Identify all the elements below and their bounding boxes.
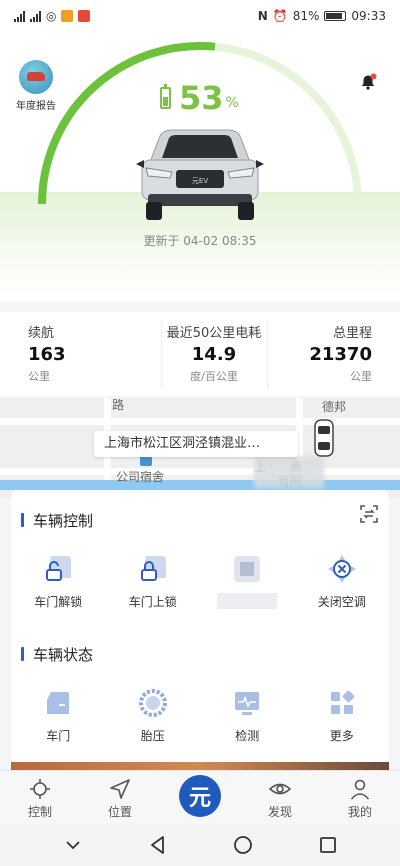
stat-unit: 公里 — [28, 370, 50, 383]
tab-profile[interactable]: 我的 — [320, 771, 400, 824]
app-notification-icon — [61, 10, 74, 22]
diagnostics-icon — [235, 692, 260, 715]
stat-unit: 公里 — [349, 370, 372, 383]
bottom-tab-bar: 控制 位置 元 发现 我的 — [0, 770, 400, 824]
stat-unit: 度/百公里 — [190, 370, 238, 383]
stat-title: 最近50公里电耗 — [166, 326, 262, 341]
nfc-icon: N — [257, 9, 268, 23]
map-road — [0, 468, 400, 475]
more-icon — [330, 690, 355, 714]
stat-range[interactable]: 续航 163 公里 — [0, 312, 161, 396]
notification-bell-icon[interactable] — [358, 72, 378, 92]
tab-label: 我的 — [347, 805, 372, 819]
ac-off-icon — [327, 555, 356, 583]
map-label: 德邦 — [322, 400, 347, 414]
annual-report-icon — [19, 60, 53, 94]
stat-value: 14.9 — [191, 344, 237, 365]
control-label: 车门解锁 — [34, 595, 83, 609]
vehicle-image: 元EV — [136, 129, 264, 220]
status-label: 胎压 — [140, 729, 165, 743]
control-label: 关闭空调 — [317, 595, 366, 609]
status-right: N ⏰ 81% 09:33 — [258, 9, 386, 23]
recents-icon[interactable] — [317, 834, 339, 856]
app-notification-icon-2 — [78, 10, 91, 22]
profile-icon — [350, 779, 370, 800]
door-lock-button[interactable]: 车门上锁 — [106, 552, 201, 609]
status-label: 更多 — [329, 729, 354, 743]
control-label: 车门上锁 — [128, 595, 177, 609]
control-icon — [30, 779, 50, 799]
clock: 09:33 — [351, 9, 386, 23]
stat-value: 21370 — [309, 344, 372, 365]
map-label: 公司宿舍 — [116, 470, 165, 484]
signal-icon-2 — [30, 10, 41, 22]
tab-label: 控制 — [27, 805, 52, 819]
car-badge: 元EV — [192, 177, 208, 185]
stats-row: 续航 163 公里 最近50公里电耗 14.9 度/百公里 总里程 21370 … — [0, 312, 400, 396]
tab-label: 发现 — [267, 805, 292, 819]
annual-report-label: 年度报告 — [16, 101, 56, 112]
vehicle-control-title: 车辆控制 — [21, 510, 93, 531]
stat-title: 总里程 — [332, 326, 372, 341]
tab-home[interactable]: 元 — [160, 771, 240, 824]
door-unlock-button[interactable]: 车门解锁 — [11, 552, 106, 609]
tire-icon — [138, 689, 167, 717]
back-icon[interactable] — [147, 834, 169, 856]
map-car-marker-icon — [314, 419, 334, 457]
signal-icon — [14, 10, 25, 22]
vehicle-address: 上海市松江区洞泾镇混业… — [94, 431, 298, 457]
discover-icon — [268, 783, 292, 795]
ac-off-button[interactable]: 关闭空调 — [295, 552, 390, 609]
status-bar: ◎ N ⏰ 81% 09:33 — [0, 0, 400, 32]
stat-odometer[interactable]: 总里程 21370 公里 — [266, 312, 400, 396]
control-card: 车辆控制 车门解锁 车门上锁 关闭空调 车辆状态 车门 胎压 检测 更多 — [11, 490, 389, 790]
tab-control[interactable]: 控制 — [0, 771, 80, 824]
battery-unit: % — [225, 95, 239, 111]
battery-level: 53 % — [160, 82, 239, 114]
vehicle-control-grid: 车门解锁 车门上锁 关闭空调 — [11, 552, 389, 609]
map-river — [0, 480, 400, 490]
wifi-icon: ◎ — [46, 9, 57, 23]
battery-icon — [324, 11, 347, 21]
scan-icon[interactable] — [359, 504, 379, 524]
battery-percent: 81% — [292, 9, 320, 23]
vehicle-status-grid: 车门 胎压 检测 更多 — [11, 686, 389, 743]
promo-banner[interactable] — [11, 762, 389, 770]
update-timestamp: 更新于 04-02 08:35 — [143, 234, 257, 248]
stat-consumption[interactable]: 最近50公里电耗 14.9 度/百公里 — [161, 312, 266, 396]
diagnostics-button[interactable]: 检测 — [200, 686, 295, 743]
chevron-down-icon[interactable] — [62, 834, 84, 856]
location-icon — [110, 779, 130, 799]
map-road — [0, 418, 400, 425]
yuan-brand-icon: 元 — [179, 775, 221, 817]
home-icon[interactable] — [232, 834, 254, 856]
more-button[interactable]: 更多 — [295, 686, 390, 743]
tab-label: 位置 — [107, 805, 132, 819]
map-redaction — [254, 456, 324, 488]
door-unlock-icon — [46, 556, 72, 581]
battery-value: 53 — [179, 79, 224, 117]
door-icon — [47, 692, 70, 714]
tab-discover[interactable]: 发现 — [240, 771, 320, 824]
blurred-control-button[interactable] — [200, 552, 295, 609]
tab-location[interactable]: 位置 — [80, 771, 160, 824]
alarm-icon: ⏰ — [272, 9, 288, 23]
battery-level-icon — [160, 84, 171, 109]
status-left: ◎ — [14, 9, 91, 23]
control-label — [217, 593, 278, 609]
annual-report-button[interactable]: 年度报告 — [14, 60, 58, 112]
system-nav-bar — [0, 824, 400, 866]
door-lock-icon — [140, 556, 166, 581]
blurred-icon — [234, 556, 261, 582]
vehicle-status-title: 车辆状态 — [21, 644, 93, 665]
map-label: 路 — [112, 398, 125, 412]
vehicle-map[interactable]: 路 德邦 公司宿舍 上 美 有限 上海市松江区洞泾镇混业… — [0, 398, 400, 498]
status-label: 车门 — [46, 729, 71, 743]
tire-pressure-button[interactable]: 胎压 — [106, 686, 201, 743]
door-status-button[interactable]: 车门 — [11, 686, 106, 743]
status-label: 检测 — [235, 729, 260, 743]
stat-title: 续航 — [28, 326, 55, 341]
stat-value: 163 — [28, 344, 66, 365]
vehicle-hero: 年度报告 53 % 元EV 更新于 04-02 08:35 — [0, 32, 400, 302]
